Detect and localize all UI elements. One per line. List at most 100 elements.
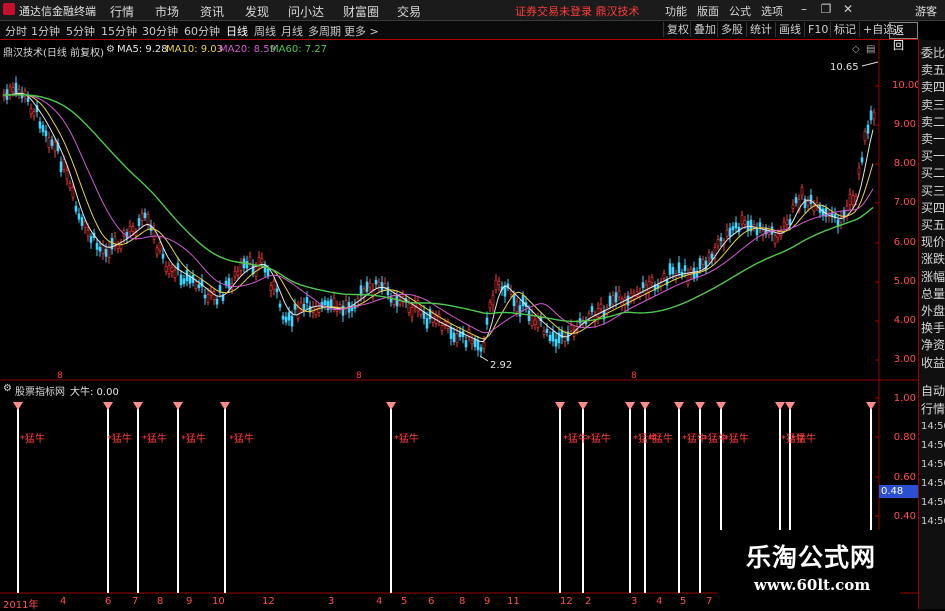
event-marker[interactable]: 8	[356, 371, 362, 381]
user-label[interactable]: 游客	[915, 3, 937, 19]
candle-body	[530, 314, 534, 326]
quote-field-15[interactable]: 外盘	[921, 302, 945, 320]
candle-body	[8, 86, 12, 96]
candle-body	[479, 347, 483, 352]
signal-marker-icon[interactable]	[578, 402, 588, 410]
quote-field-7[interactable]: 买二	[921, 164, 945, 182]
quote-field-12[interactable]: 涨跌	[921, 250, 945, 268]
candle-body	[734, 222, 738, 229]
x-axis-label: 7	[132, 596, 139, 607]
signal-label: *猛牛	[648, 434, 673, 445]
quote-field-0[interactable]: 委比	[921, 44, 945, 62]
candle-body	[416, 300, 420, 312]
auto-quote-toggle-1[interactable]: 行情	[921, 400, 945, 418]
quote-field-10[interactable]: 买五	[921, 216, 945, 234]
candle-body	[287, 312, 291, 321]
signal-marker-icon[interactable]	[103, 402, 113, 410]
candle-body	[116, 244, 120, 249]
indicator-y-tick: 1.00	[893, 393, 916, 404]
candle-body	[392, 295, 396, 306]
candle-body	[197, 284, 201, 289]
quote-field-4[interactable]: 卖二	[921, 113, 945, 131]
candle-body	[266, 268, 270, 277]
candle-body	[485, 317, 489, 325]
quote-field-11[interactable]: 现价	[921, 233, 945, 251]
candle-body	[707, 252, 711, 259]
y-tick: 4.00	[893, 315, 916, 326]
candle-body	[206, 294, 210, 303]
x-axis-label: 6	[428, 596, 435, 607]
candle-body	[26, 97, 30, 102]
candle-body	[866, 124, 870, 134]
candle-body	[80, 217, 84, 226]
candle-body	[227, 278, 231, 289]
quote-field-3[interactable]: 卖三	[921, 96, 945, 114]
candle-body	[806, 201, 810, 207]
candle-body	[71, 187, 75, 198]
kline-chart[interactable]: 10.65 2.92 8 8 8	[0, 0, 918, 609]
auto-quote-toggle-0[interactable]: 自动	[921, 382, 945, 400]
signal-marker-icon[interactable]	[674, 402, 684, 410]
signal-marker-icon[interactable]	[625, 402, 635, 410]
candle-body	[233, 270, 237, 277]
event-marker[interactable]: 8	[631, 371, 637, 381]
candle-body	[314, 305, 318, 316]
quote-field-14[interactable]: 总量	[921, 285, 945, 303]
signal-marker-icon[interactable]	[785, 402, 795, 410]
signal-marker-icon[interactable]	[695, 402, 705, 410]
candle-body	[776, 233, 780, 238]
y-tick: 5.00	[893, 276, 916, 287]
signal-marker-icon[interactable]	[640, 402, 650, 410]
quote-field-8[interactable]: 买三	[921, 182, 945, 200]
indicator-y-tick: 0.60	[893, 472, 916, 483]
candle-body	[83, 221, 87, 228]
candle-body	[77, 213, 81, 220]
tick-time: 14:50	[921, 421, 945, 432]
candle-body	[482, 341, 486, 349]
x-axis-label: 5	[401, 596, 408, 607]
signal-marker-icon[interactable]	[13, 402, 23, 410]
candle-body	[275, 288, 279, 293]
indicator-y-tick: 0.40	[893, 511, 916, 522]
candle-body	[161, 253, 165, 259]
signal-marker-icon[interactable]	[133, 402, 143, 410]
event-marker[interactable]: 8	[57, 371, 63, 381]
signal-marker-icon[interactable]	[386, 402, 396, 410]
candle-body	[509, 290, 513, 295]
signal-marker-icon[interactable]	[775, 402, 785, 410]
candle-body	[119, 244, 123, 250]
candle-body	[179, 274, 183, 286]
signal-marker-icon[interactable]	[555, 402, 565, 410]
quote-field-17[interactable]: 净资	[921, 336, 945, 354]
quote-field-18[interactable]: 收益	[921, 354, 945, 372]
candle-body	[521, 294, 525, 306]
candle-body	[740, 215, 744, 225]
candle-body	[236, 270, 240, 276]
tick-time: 14:50	[921, 478, 945, 489]
quote-field-16[interactable]: 换手	[921, 319, 945, 337]
y-tick: 6.00	[893, 237, 916, 248]
signal-marker-icon[interactable]	[866, 402, 876, 410]
x-axis-label: 4	[376, 596, 383, 607]
candle-body	[11, 87, 15, 93]
candle-body	[809, 194, 813, 205]
quote-field-2[interactable]: 卖四	[921, 78, 945, 96]
signal-marker-icon[interactable]	[173, 402, 183, 410]
candle-body	[716, 239, 720, 247]
quote-field-1[interactable]: 卖五	[921, 61, 945, 79]
quote-field-13[interactable]: 涨幅	[921, 268, 945, 286]
candle-body	[617, 290, 621, 298]
candle-body	[128, 226, 132, 233]
candle-body	[614, 292, 618, 303]
quote-field-6[interactable]: 买一	[921, 147, 945, 165]
quote-field-5[interactable]: 卖一	[921, 130, 945, 148]
signal-marker-icon[interactable]	[716, 402, 726, 410]
x-axis-label: 6	[105, 596, 112, 607]
quote-field-9[interactable]: 买四	[921, 199, 945, 217]
indicator-settings-icon[interactable]: ⚙	[3, 383, 12, 394]
candle-body	[194, 281, 198, 289]
candle-body	[47, 137, 51, 148]
signal-marker-icon[interactable]	[220, 402, 230, 410]
candle-body	[476, 340, 480, 351]
signal-label: *猛牛	[142, 434, 167, 445]
